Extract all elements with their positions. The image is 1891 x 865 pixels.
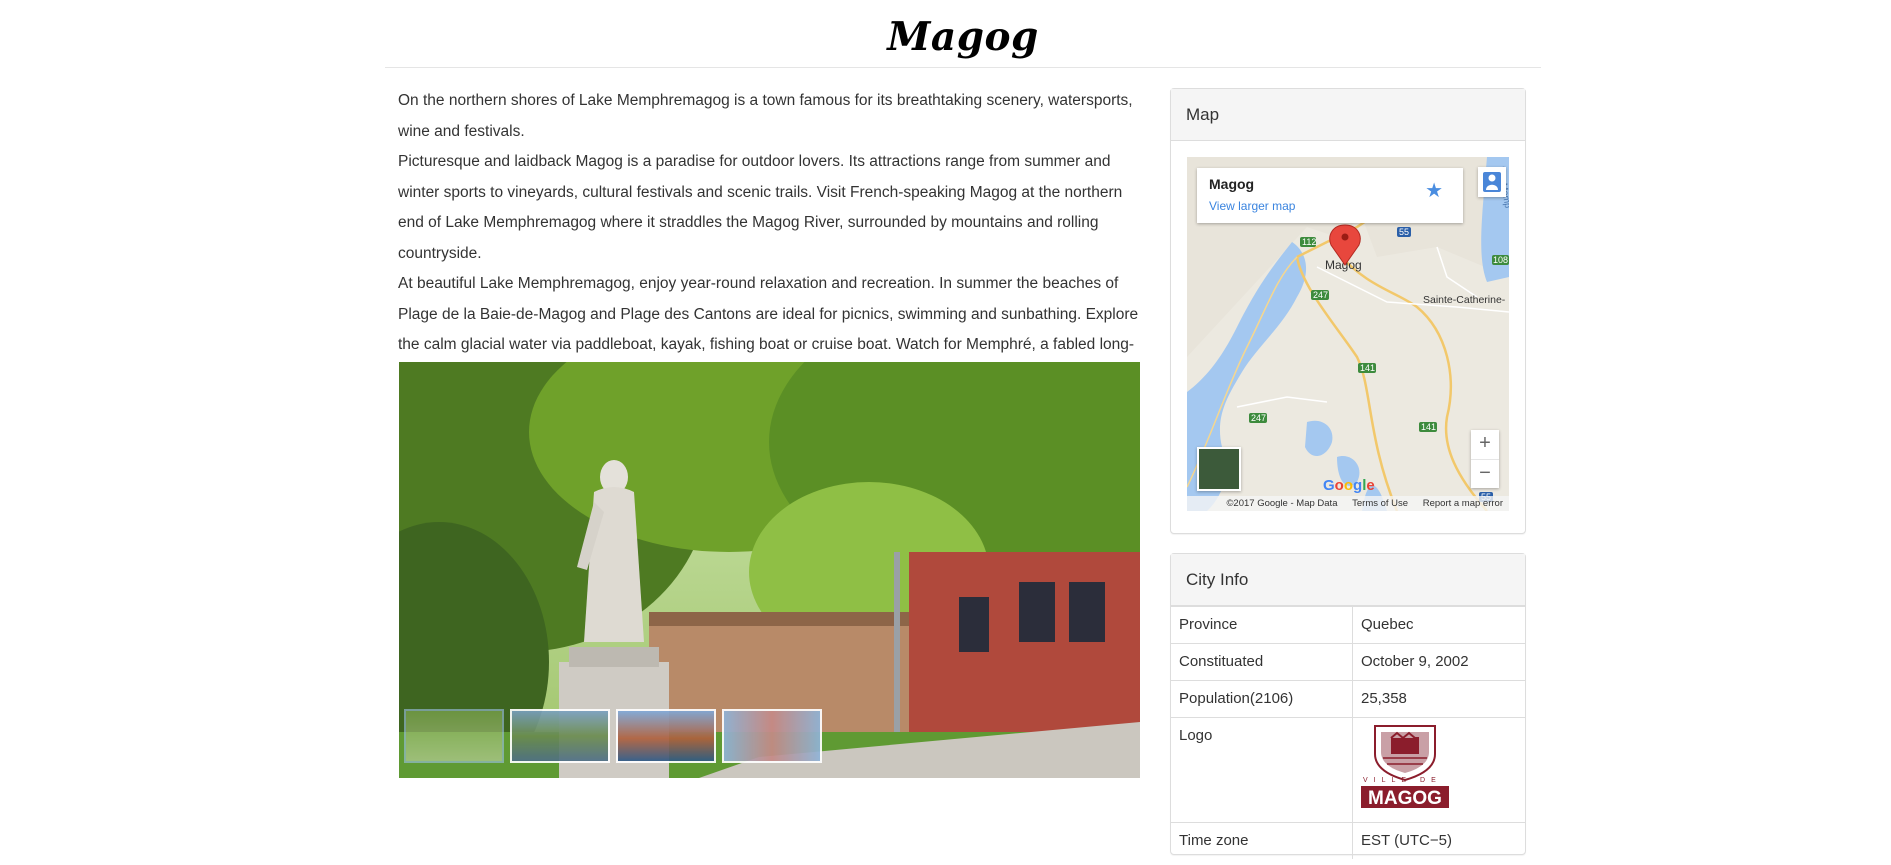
article-paragraph: On the northern shores of Lake Memphrema… [398,92,1133,140]
row-value: VILLE DE MAGOG [1352,717,1525,823]
zoom-controls: + − [1471,430,1499,488]
row-label: Province [1171,606,1353,644]
google-logo: Google [1323,477,1375,494]
row-value: EST (UTC−5) [1352,822,1525,859]
map-info-card: Magog View larger map ★ [1197,168,1463,223]
logo-main-text: MAGOG [1368,788,1442,808]
route-label: 55 [1399,227,1409,237]
article-paragraph: Picturesque and laidback Magog is a para… [398,153,1123,262]
logo-prefix-text: VILLE DE [1363,777,1442,784]
route-label: 141 [1421,422,1436,432]
row-label: Population(2106) [1171,680,1353,718]
route-label: 247 [1313,290,1328,300]
gallery-thumbnails [404,709,822,763]
photo-gallery[interactable] [399,362,1140,778]
city-info-panel: City Info Province Quebec Constituated O… [1170,553,1526,859]
city-info-heading: City Info [1171,554,1525,606]
view-larger-map-link[interactable]: View larger map [1209,199,1295,213]
table-row: Constituated October 9, 2002 [1171,643,1525,681]
table-row: Time zone EST (UTC−5) [1171,822,1525,859]
terms-of-use-link[interactable]: Terms of Use [1352,498,1408,509]
row-label: Logo [1171,717,1353,823]
row-value: 25,358 [1352,680,1525,718]
row-value: October 9, 2002 [1352,643,1525,681]
save-star-icon[interactable]: ★ [1425,178,1443,203]
zoom-out-button[interactable]: − [1471,460,1499,489]
table-row: Province Quebec [1171,606,1525,644]
map-place-name: Magog [1209,176,1255,192]
street-view-pegman-icon[interactable] [1478,167,1506,197]
table-row: Population(2106) 25,358 [1171,680,1525,718]
map-attribution: ©2017 Google - Map Data Terms of Use Rep… [1187,496,1509,511]
gallery-thumbnail[interactable] [722,709,822,763]
row-value: Quebec [1352,606,1525,644]
route-label: 112 [1302,237,1316,247]
route-label: 108 [1493,255,1508,265]
embedded-map[interactable]: 112 55 247 141 141 247 108 55 Magog Sain… [1187,157,1509,511]
page-title: Magog [887,14,1039,60]
gallery-thumbnail[interactable] [404,709,504,763]
article-body: On the northern shores of Lake Memphrema… [398,86,1140,391]
row-label: Time zone [1171,822,1353,859]
zoom-in-button[interactable]: + [1471,430,1499,460]
city-info-table: Province Quebec Constituated October 9, … [1171,606,1525,859]
gallery-thumbnail[interactable] [616,709,716,763]
gallery-thumbnail[interactable] [510,709,610,763]
map-place-label: Sainte-Catherine- [1423,294,1506,306]
table-row: Logo VILLE DE MAGOG [1171,717,1525,823]
map-data-attribution[interactable]: ©2017 Google - Map Data [1226,498,1337,509]
satellite-toggle-button[interactable] [1197,447,1241,491]
magog-city-logo: VILLE DE MAGOG [1361,725,1449,809]
route-label: 247 [1251,413,1266,423]
page-header: Magog [385,0,1541,68]
report-map-error-link[interactable]: Report a map error [1423,498,1503,509]
row-label: Constituated [1171,643,1353,681]
map-panel-heading: Map [1171,89,1525,141]
route-label: 141 [1360,363,1375,373]
map-panel: Map 112 55 247 141 141 247 108 Magog Sai… [1170,88,1526,534]
